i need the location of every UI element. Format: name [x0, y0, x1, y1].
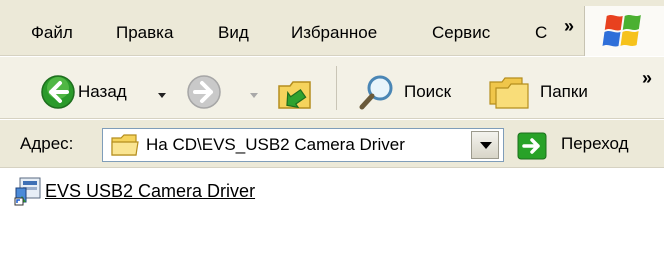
menu-favorites[interactable]: Избранное [291, 23, 377, 43]
folder-icon [111, 134, 139, 156]
menu-file[interactable]: Файл [31, 23, 73, 43]
address-label: Адрес: [20, 134, 74, 153]
go-button-label[interactable]: Переход [561, 134, 629, 154]
windows-flag-icon [602, 15, 641, 47]
address-dropdown-button[interactable] [471, 131, 499, 159]
file-item-label[interactable]: EVS USB2 Camera Driver [45, 180, 255, 202]
windows-logo [584, 6, 664, 56]
address-value[interactable]: На CD\EVS_USB2 Camera Driver [146, 135, 405, 155]
toolbar-separator [336, 66, 337, 110]
back-button-label[interactable]: Назад [78, 82, 127, 102]
forward-arrow-icon[interactable] [186, 74, 222, 110]
folders-icon[interactable] [488, 74, 532, 110]
menu-view[interactable]: Вид [218, 23, 249, 43]
search-button-label[interactable]: Поиск [404, 82, 451, 102]
search-magnifier-icon[interactable] [358, 72, 398, 112]
up-folder-icon[interactable] [276, 70, 316, 112]
menu-edit[interactable]: Правка [116, 23, 173, 43]
installer-shortcut-icon[interactable] [14, 176, 44, 206]
menu-overflow-chevron[interactable]: » [564, 16, 574, 37]
toolbar-overflow-chevron[interactable]: » [642, 68, 652, 89]
folders-button-label[interactable]: Папки [540, 82, 588, 102]
forward-history-dropdown[interactable] [250, 93, 258, 98]
menu-tools[interactable]: Сервис [432, 23, 490, 43]
go-arrow-icon[interactable] [517, 132, 547, 160]
menu-help-truncated[interactable]: С [535, 23, 547, 43]
back-history-dropdown[interactable] [158, 93, 166, 98]
back-arrow-icon[interactable] [40, 74, 76, 110]
